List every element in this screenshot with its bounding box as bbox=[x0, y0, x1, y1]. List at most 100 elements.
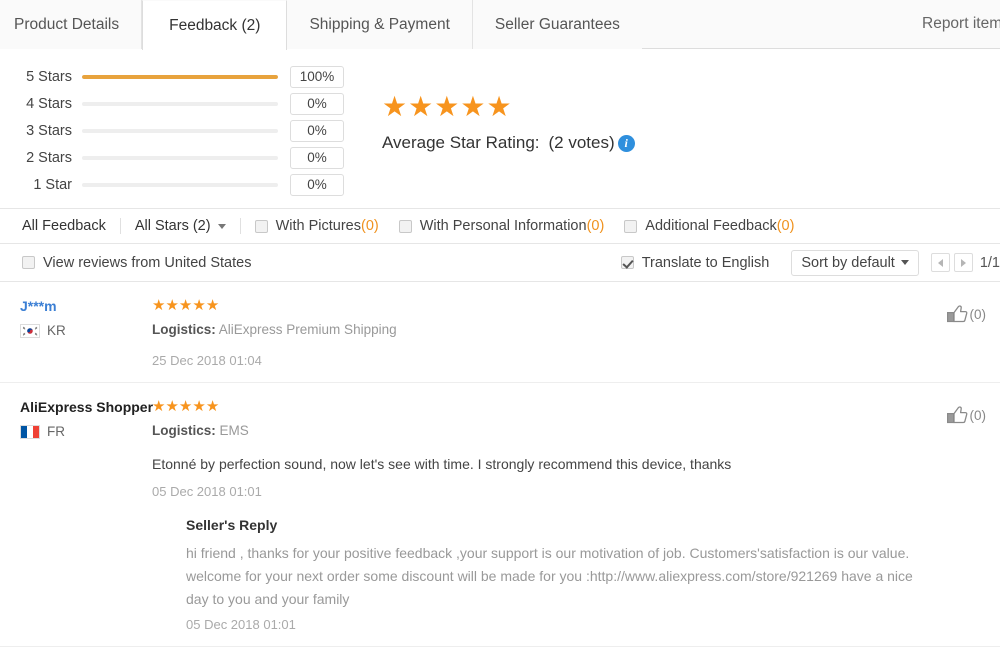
translate-label: Translate to English bbox=[641, 254, 770, 271]
rating-bar-track bbox=[82, 155, 278, 160]
review-star-icons: ★★★★★ bbox=[152, 399, 930, 414]
next-page-button[interactable] bbox=[953, 253, 973, 272]
star-icon: ★ bbox=[434, 91, 461, 122]
review-logistics-value: AliExpress Premium Shipping bbox=[218, 322, 397, 337]
rating-bar-track bbox=[82, 182, 278, 187]
star-icon: ★ bbox=[152, 398, 166, 415]
checkbox-with-personal-information[interactable] bbox=[398, 219, 412, 233]
review-logistics-label: Logistics: bbox=[152, 322, 216, 337]
checkbox-with-pictures[interactable] bbox=[254, 219, 268, 233]
filter-with-personal-information[interactable]: With Personal Information (0) bbox=[398, 218, 605, 234]
star-icon: ★ bbox=[192, 297, 206, 314]
view-reviews-label: View reviews from United States bbox=[43, 254, 252, 271]
review-body: ★★★★★ Logistics: EMS Etonné by perfectio… bbox=[152, 399, 1000, 632]
star-icon: ★ bbox=[408, 91, 435, 122]
rating-bar-row[interactable]: 1 Star 0% bbox=[24, 171, 370, 198]
tab-shipping-payment[interactable]: Shipping & Payment bbox=[287, 0, 473, 49]
rating-bar-row[interactable]: 3 Stars 0% bbox=[24, 117, 370, 144]
feedback-filter-bar: All Feedback All Stars (2) With Pictures… bbox=[0, 208, 1000, 244]
star-icon: ★ bbox=[152, 297, 166, 314]
reviewer-name[interactable]: J***m bbox=[20, 298, 152, 314]
checkbox-additional-feedback[interactable] bbox=[624, 219, 638, 233]
review-date: 25 Dec 2018 01:04 bbox=[152, 353, 262, 368]
rating-bar-label: 3 Stars bbox=[26, 122, 72, 139]
review-item: AliExpress Shopper FR ★★★★★ Logistics: E… bbox=[0, 383, 1000, 648]
sort-dropdown[interactable]: Sort by default bbox=[791, 249, 919, 276]
filter-divider bbox=[239, 218, 241, 234]
chevron-right-icon bbox=[960, 258, 966, 267]
seller-reply: Seller's Reply hi friend , thanks for yo… bbox=[186, 517, 930, 632]
report-item-link[interactable]: Report item bbox=[922, 0, 1000, 48]
star-icon: ★ bbox=[192, 398, 206, 415]
view-reviews-from-country[interactable]: View reviews from United States bbox=[22, 255, 251, 271]
filter-additional-feedback[interactable]: Additional Feedback (0) bbox=[624, 218, 794, 234]
review-logistics-label: Logistics: bbox=[152, 423, 216, 438]
filter-divider bbox=[119, 218, 121, 234]
rating-bar-percent: 100% bbox=[290, 65, 344, 88]
filter-with-pictures[interactable]: With Pictures (0) bbox=[254, 218, 379, 234]
rating-bar-row[interactable]: 2 Stars 0% bbox=[24, 144, 370, 171]
rating-bar-row[interactable]: 4 Stars 0% bbox=[24, 90, 370, 117]
average-rating-label: Average Star Rating: bbox=[382, 133, 540, 152]
rating-bar-label: 4 Stars bbox=[26, 95, 72, 112]
tab-product-details[interactable]: Product Details bbox=[0, 0, 143, 49]
filter-additional-feedback-label: Additional Feedback bbox=[645, 218, 777, 234]
reviewer-country: KR bbox=[20, 323, 152, 338]
star-icon: ★ bbox=[205, 297, 220, 314]
average-star-icons: ★★★★★ bbox=[382, 93, 635, 121]
page-indicator: 1/1 bbox=[979, 254, 1000, 271]
prev-page-button[interactable] bbox=[930, 253, 950, 272]
flag-kr-icon bbox=[20, 323, 40, 338]
reviewer-country-code: KR bbox=[47, 323, 66, 338]
info-icon[interactable]: i bbox=[617, 134, 635, 152]
checkbox-view-reviews-country[interactable] bbox=[22, 256, 35, 269]
average-rating-block: ★★★★★ Average Star Rating: (2 votes) i bbox=[370, 63, 635, 153]
tab-label: Shipping & Payment bbox=[309, 15, 450, 33]
star-icon: ★ bbox=[178, 297, 193, 314]
star-icon: ★ bbox=[382, 91, 409, 122]
tab-label: Seller Guarantees bbox=[494, 15, 620, 33]
star-icon: ★ bbox=[486, 91, 513, 122]
flag-fr-icon bbox=[20, 424, 40, 439]
tab-bar: Product Details Feedback (2) Shipping & … bbox=[0, 0, 1000, 50]
rating-bar-track bbox=[82, 74, 278, 79]
filter-additional-feedback-count: (0) bbox=[776, 218, 795, 234]
review-logistics-value: EMS bbox=[219, 423, 249, 438]
star-icon: ★ bbox=[165, 398, 179, 415]
rating-bar-row[interactable]: 5 Stars 100% bbox=[24, 63, 370, 90]
reviewer-country-code: FR bbox=[47, 424, 65, 439]
filter-stars-select[interactable]: All Stars (2) bbox=[135, 218, 226, 234]
helpful-button[interactable]: (0) bbox=[946, 405, 986, 425]
rating-bar-percent: 0% bbox=[290, 119, 344, 142]
translate-to-english[interactable]: Translate to English bbox=[620, 254, 770, 271]
checkbox-translate[interactable] bbox=[620, 256, 634, 269]
filter-with-pictures-count: (0) bbox=[361, 218, 379, 234]
rating-summary: 5 Stars 100% 4 Stars 0% 3 Stars 0% 2 Sta… bbox=[0, 49, 1000, 208]
review-item: J***m KR ★★★★★ Logistics: AliExpress Pre… bbox=[0, 282, 1000, 383]
chevron-down-icon bbox=[900, 260, 909, 265]
review-body: ★★★★★ Logistics: AliExpress Premium Ship… bbox=[152, 298, 1000, 368]
filter-all-feedback[interactable]: All Feedback bbox=[22, 218, 106, 234]
rating-bar-percent: 0% bbox=[290, 146, 344, 169]
tab-feedback[interactable]: Feedback (2) bbox=[142, 0, 288, 50]
star-icon: ★ bbox=[460, 91, 487, 122]
star-icon: ★ bbox=[165, 297, 179, 314]
votes-count: (2 votes) bbox=[548, 133, 615, 152]
reviewer-block: J***m KR bbox=[0, 298, 152, 368]
review-logistics: Logistics: EMS bbox=[152, 423, 930, 438]
reviewer-name[interactable]: AliExpress Shopper bbox=[20, 399, 153, 415]
star-icon: ★ bbox=[205, 398, 220, 415]
helpful-button[interactable]: (0) bbox=[946, 304, 986, 324]
thumbs-up-icon bbox=[946, 406, 967, 424]
rating-bar-fill bbox=[82, 74, 278, 79]
tab-seller-guarantees[interactable]: Seller Guarantees bbox=[472, 0, 642, 49]
review-star-icons: ★★★★★ bbox=[152, 298, 930, 313]
rating-bar-label: 2 Stars bbox=[26, 149, 72, 166]
filter-with-pictures-label: With Pictures bbox=[275, 218, 361, 234]
filter-with-personal-information-count: (0) bbox=[586, 218, 605, 234]
chevron-left-icon bbox=[937, 258, 943, 267]
rating-bar-track bbox=[82, 128, 278, 133]
rating-bar-label: 5 Stars bbox=[26, 68, 72, 85]
sort-label: Sort by default bbox=[801, 254, 895, 271]
average-rating-line: Average Star Rating: (2 votes) i bbox=[382, 133, 635, 153]
